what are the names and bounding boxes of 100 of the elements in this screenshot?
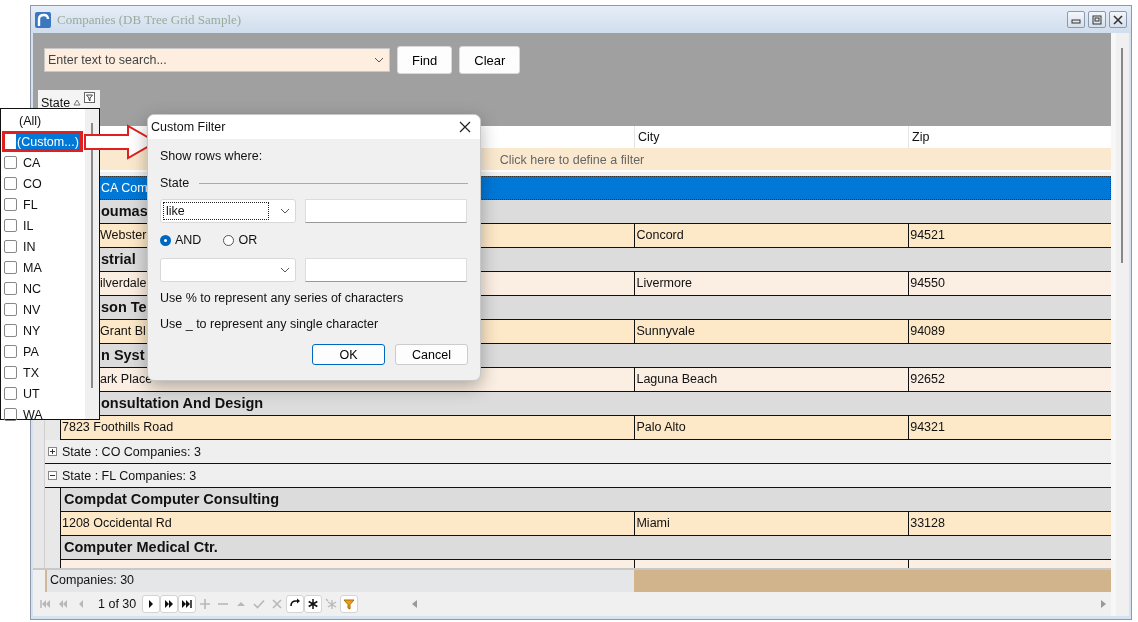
- close-button[interactable]: [1109, 11, 1127, 28]
- navigator-button[interactable]: [178, 595, 197, 613]
- table-cell: Webster: [100, 228, 147, 242]
- company-row[interactable]: Computer Medical Ctr.: [60, 536, 1111, 560]
- table-cell: ark Place: [100, 372, 153, 386]
- filter-icon[interactable]: [84, 92, 96, 103]
- table-cell: Livermore: [636, 276, 693, 290]
- table-cell: 94089: [910, 324, 945, 338]
- summary-cell: Companies: 30: [45, 570, 634, 592]
- list-item[interactable]: UT: [22, 385, 41, 402]
- navigator-button[interactable]: [286, 595, 305, 613]
- search-combo[interactable]: Enter text to search...: [44, 48, 390, 72]
- list-item[interactable]: NV: [22, 301, 42, 318]
- table-row[interactable]: 7823 Foothills Road Palo Alto 94321: [60, 416, 1111, 440]
- table-cell: Laguna Beach: [636, 372, 718, 386]
- table-cell: 94521: [910, 228, 945, 242]
- list-item[interactable]: CO: [22, 175, 43, 192]
- checkbox[interactable]: [4, 387, 17, 400]
- expander-icon[interactable]: [48, 471, 57, 480]
- table-cell: 94550: [910, 276, 945, 290]
- group-label: State : FL Companies: 3: [62, 468, 197, 483]
- checkbox[interactable]: [4, 303, 17, 316]
- toolbar-button[interactable]: Find: [397, 46, 453, 74]
- list-item[interactable]: MA: [22, 259, 43, 276]
- table-cell: 94321: [910, 420, 945, 434]
- checkbox[interactable]: [4, 240, 17, 253]
- table-row[interactable]: 1208 Occidental Rd Miami 33128: [60, 512, 1111, 536]
- company-name: Compdat Computer Consulting: [64, 491, 280, 507]
- list-item[interactable]: PA: [22, 343, 40, 360]
- dialog-button[interactable]: OK: [312, 344, 385, 365]
- dialog-button[interactable]: Cancel: [395, 344, 468, 365]
- last-icon: [181, 598, 194, 610]
- scrollbar[interactable]: [85, 109, 99, 419]
- table-cell: Concord: [636, 228, 684, 242]
- goto-bookmark-icon: [325, 598, 338, 610]
- bookmark-icon: [307, 598, 320, 610]
- table-cell: Grant Bl: [100, 324, 146, 338]
- list-item[interactable]: NY: [22, 322, 42, 339]
- company-name: strial: [101, 251, 136, 267]
- list-item[interactable]: IN: [22, 238, 37, 255]
- expander-icon[interactable]: [48, 447, 57, 456]
- checkbox[interactable]: [4, 345, 17, 358]
- list-item[interactable]: NC: [22, 280, 43, 297]
- table-cell: 33128: [910, 516, 945, 530]
- company-name: oumas: [101, 203, 148, 219]
- hint-text: Use _ to represent any single character: [160, 317, 380, 333]
- cancel-icon: [271, 598, 284, 610]
- navigator-button[interactable]: [304, 595, 323, 613]
- toolbar-button[interactable]: Clear: [459, 46, 521, 74]
- app-icon: [35, 11, 51, 28]
- list-item[interactable]: IL: [22, 217, 35, 234]
- checkbox[interactable]: [4, 366, 17, 379]
- list-item[interactable]: FL: [22, 196, 39, 213]
- company-row[interactable]: Compdat Computer Consulting: [60, 488, 1111, 512]
- checkbox[interactable]: [4, 156, 17, 169]
- add-icon: [199, 598, 212, 610]
- checkbox[interactable]: [4, 177, 17, 190]
- scrollbar[interactable]: [1111, 33, 1129, 616]
- group-label: CA Com: [101, 181, 148, 195]
- maximize-icon: [1092, 14, 1102, 25]
- filter-icon: [343, 598, 356, 610]
- group-label: State : CO Companies: 3: [62, 444, 201, 459]
- checkbox[interactable]: [4, 198, 17, 211]
- list-item[interactable]: (Custom...): [16, 133, 80, 150]
- scroll-right-icon[interactable]: [1100, 599, 1108, 609]
- company-name: onsultation And Design: [101, 395, 264, 411]
- list-item[interactable]: WA: [22, 406, 44, 423]
- checkbox[interactable]: [4, 282, 17, 295]
- field-label: State: [160, 176, 190, 190]
- radio-option[interactable]: AND: [160, 233, 202, 247]
- table-cell: Palo Alto: [636, 420, 686, 434]
- value-field[interactable]: [305, 199, 467, 223]
- checkbox[interactable]: [4, 219, 17, 232]
- chevron-icon: [280, 208, 290, 214]
- checkbox[interactable]: [4, 324, 17, 337]
- chevron-icon: [374, 57, 384, 63]
- list-item[interactable]: TX: [22, 364, 40, 381]
- table-cell: ilverdale: [100, 276, 147, 290]
- value-field[interactable]: [305, 258, 467, 282]
- search-field[interactable]: Enter text to search...: [45, 53, 374, 67]
- maximize-button[interactable]: [1088, 11, 1106, 28]
- scroll-thumb[interactable]: [1121, 48, 1123, 263]
- navigator-button[interactable]: [160, 595, 179, 613]
- navigator-button[interactable]: [142, 595, 161, 613]
- group-label: State: [41, 96, 71, 110]
- next-page-icon: [163, 598, 176, 610]
- table-cell: Miami: [636, 516, 670, 530]
- table-cell: 92652: [910, 372, 945, 386]
- record-position: 1 of 30: [97, 597, 138, 611]
- checkbox[interactable]: [4, 408, 17, 421]
- close-icon[interactable]: [459, 121, 471, 133]
- minimize-button[interactable]: [1067, 11, 1085, 28]
- table-cell: 7823 Foothills Road: [62, 420, 174, 434]
- list-item[interactable]: (All): [18, 112, 43, 129]
- radio-option[interactable]: OR: [223, 233, 258, 247]
- scroll-left-icon[interactable]: [410, 599, 418, 609]
- checkbox[interactable]: [4, 261, 17, 274]
- company-name: son Te: [101, 299, 147, 315]
- operator-dropdown[interactable]: like: [160, 199, 296, 223]
- chevron-icon: [280, 267, 290, 273]
